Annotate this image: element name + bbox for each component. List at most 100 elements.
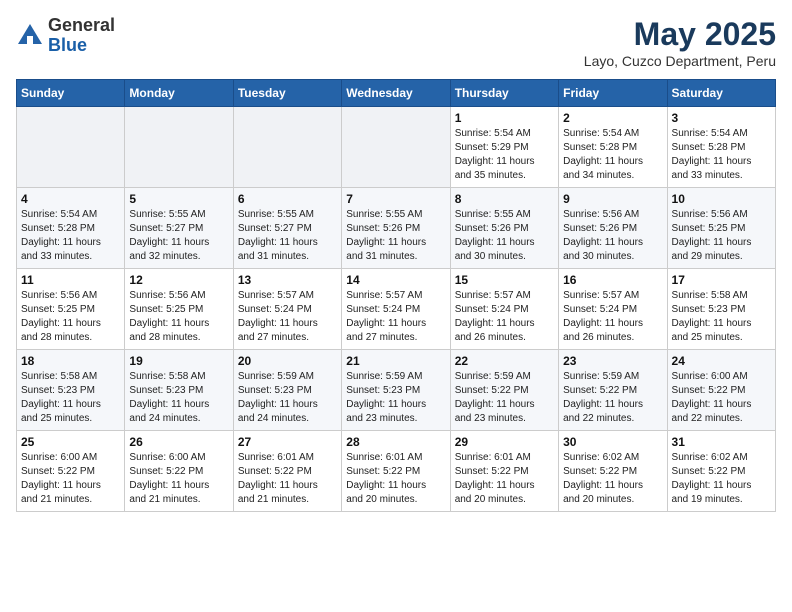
calendar-cell: 14 Sunrise: 5:57 AM Sunset: 5:24 PM Dayli…	[342, 269, 450, 350]
logo-icon	[16, 22, 44, 50]
day-number: 18	[21, 354, 120, 368]
logo-general: General	[48, 15, 115, 35]
calendar-cell	[125, 107, 233, 188]
calendar-cell: 6Sunrise: 5:55 AM Sunset: 5:27 PM Daylig…	[233, 188, 341, 269]
logo-blue: Blue	[48, 35, 87, 55]
day-info: Sunrise: 5:54 AM Sunset: 5:29 PM Dayligh…	[455, 127, 554, 183]
calendar-cell: 12Sunrise: 5:56 AM Sunset: 5:25 PM Dayli…	[125, 269, 233, 350]
calendar-cell: 30 Sunrise: 6:02 AM Sunset: 5:22 PM Dayli…	[559, 431, 667, 512]
day-info: Sunrise: 5:56 AM Sunset: 5:25 PM Dayligh…	[672, 208, 771, 264]
day-number: 12	[129, 273, 228, 287]
calendar-cell: 29Sunrise: 6:01 AM Sunset: 5:22 PM Dayli…	[450, 431, 558, 512]
calendar-cell: 18Sunrise: 5:58 AM Sunset: 5:23 PM Dayli…	[17, 350, 125, 431]
page-header: General Blue May 2025 Layo, Cuzco Depart…	[16, 16, 776, 69]
calendar-cell: 9 Sunrise: 5:56 AM Sunset: 5:26 PM Daylig…	[559, 188, 667, 269]
weekday-header: Wednesday	[342, 80, 450, 107]
day-info: Sunrise: 5:59 AM Sunset: 5:22 PM Dayligh…	[563, 370, 662, 426]
calendar-cell: 13Sunrise: 5:57 AM Sunset: 5:24 PM Dayli…	[233, 269, 341, 350]
day-number: 20	[238, 354, 337, 368]
day-info: Sunrise: 6:02 AM Sunset: 5:22 PM Dayligh…	[672, 451, 771, 507]
calendar-cell: 15Sunrise: 5:57 AM Sunset: 5:24 PM Dayli…	[450, 269, 558, 350]
calendar-week-row: 4 Sunrise: 5:54 AM Sunset: 5:28 PM Daylig…	[17, 188, 776, 269]
calendar-title: May 2025	[584, 16, 776, 53]
day-info: Sunrise: 5:57 AM Sunset: 5:24 PM Dayligh…	[346, 289, 445, 345]
calendar-cell: 31 Sunrise: 6:02 AM Sunset: 5:22 PM Dayli…	[667, 431, 775, 512]
day-number: 9	[563, 192, 662, 206]
day-info: Sunrise: 5:55 AM Sunset: 5:26 PM Dayligh…	[455, 208, 554, 264]
day-info: Sunrise: 5:56 AM Sunset: 5:25 PM Dayligh…	[21, 289, 120, 345]
weekday-header: Saturday	[667, 80, 775, 107]
calendar-cell: 19 Sunrise: 5:58 AM Sunset: 5:23 PM Dayli…	[125, 350, 233, 431]
calendar-cell: 7Sunrise: 5:55 AM Sunset: 5:26 PM Daylig…	[342, 188, 450, 269]
title-block: May 2025 Layo, Cuzco Department, Peru	[584, 16, 776, 69]
day-info: Sunrise: 5:57 AM Sunset: 5:24 PM Dayligh…	[455, 289, 554, 345]
day-info: Sunrise: 5:57 AM Sunset: 5:24 PM Dayligh…	[238, 289, 337, 345]
calendar-cell: 2Sunrise: 5:54 AM Sunset: 5:28 PM Daylig…	[559, 107, 667, 188]
day-info: Sunrise: 5:54 AM Sunset: 5:28 PM Dayligh…	[21, 208, 120, 264]
day-info: Sunrise: 5:54 AM Sunset: 5:28 PM Dayligh…	[672, 127, 771, 183]
day-info: Sunrise: 5:59 AM Sunset: 5:23 PM Dayligh…	[238, 370, 337, 426]
day-number: 25	[21, 435, 120, 449]
day-number: 6	[238, 192, 337, 206]
day-number: 4	[21, 192, 120, 206]
calendar-cell: 1 Sunrise: 5:54 AM Sunset: 5:29 PM Daylig…	[450, 107, 558, 188]
day-info: Sunrise: 6:00 AM Sunset: 5:22 PM Dayligh…	[129, 451, 228, 507]
calendar-subtitle: Layo, Cuzco Department, Peru	[584, 53, 776, 69]
day-info: Sunrise: 5:56 AM Sunset: 5:26 PM Dayligh…	[563, 208, 662, 264]
calendar-cell: 5 Sunrise: 5:55 AM Sunset: 5:27 PM Daylig…	[125, 188, 233, 269]
day-number: 27	[238, 435, 337, 449]
day-number: 19	[129, 354, 228, 368]
calendar-cell: 22 Sunrise: 5:59 AM Sunset: 5:22 PM Dayli…	[450, 350, 558, 431]
day-number: 31	[672, 435, 771, 449]
day-number: 26	[129, 435, 228, 449]
day-number: 2	[563, 111, 662, 125]
calendar-cell	[233, 107, 341, 188]
calendar-table: SundayMondayTuesdayWednesdayThursdayFrid…	[16, 79, 776, 512]
day-number: 8	[455, 192, 554, 206]
weekday-header: Monday	[125, 80, 233, 107]
day-number: 30	[563, 435, 662, 449]
weekday-header: Sunday	[17, 80, 125, 107]
day-number: 16	[563, 273, 662, 287]
day-number: 14	[346, 273, 445, 287]
weekday-header: Friday	[559, 80, 667, 107]
calendar-cell	[342, 107, 450, 188]
day-number: 3	[672, 111, 771, 125]
day-number: 1	[455, 111, 554, 125]
day-info: Sunrise: 6:01 AM Sunset: 5:22 PM Dayligh…	[238, 451, 337, 507]
calendar-cell: 3 Sunrise: 5:54 AM Sunset: 5:28 PM Daylig…	[667, 107, 775, 188]
logo: General Blue	[16, 16, 115, 56]
weekday-header: Thursday	[450, 80, 558, 107]
day-info: Sunrise: 6:02 AM Sunset: 5:22 PM Dayligh…	[563, 451, 662, 507]
day-number: 28	[346, 435, 445, 449]
day-info: Sunrise: 6:00 AM Sunset: 5:22 PM Dayligh…	[672, 370, 771, 426]
day-info: Sunrise: 5:57 AM Sunset: 5:24 PM Dayligh…	[563, 289, 662, 345]
calendar-cell: 16 Sunrise: 5:57 AM Sunset: 5:24 PM Dayli…	[559, 269, 667, 350]
logo-text: General Blue	[48, 16, 115, 56]
calendar-cell: 27 Sunrise: 6:01 AM Sunset: 5:22 PM Dayli…	[233, 431, 341, 512]
day-info: Sunrise: 6:00 AM Sunset: 5:22 PM Dayligh…	[21, 451, 120, 507]
calendar-cell: 26 Sunrise: 6:00 AM Sunset: 5:22 PM Dayli…	[125, 431, 233, 512]
calendar-cell: 24 Sunrise: 6:00 AM Sunset: 5:22 PM Dayli…	[667, 350, 775, 431]
calendar-week-row: 18 Sunrise: 5:58 AM Sunset: 5:23 PM Dayli…	[17, 350, 776, 431]
calendar-cell: 25 Sunrise: 6:00 AM Sunset: 5:22 PM Dayli…	[17, 431, 125, 512]
calendar-cell	[17, 107, 125, 188]
day-info: Sunrise: 5:58 AM Sunset: 5:23 PM Dayligh…	[129, 370, 228, 426]
day-info: Sunrise: 6:01 AM Sunset: 5:22 PM Dayligh…	[455, 451, 554, 507]
day-info: Sunrise: 5:55 AM Sunset: 5:27 PM Dayligh…	[129, 208, 228, 264]
weekday-header: Tuesday	[233, 80, 341, 107]
day-info: Sunrise: 6:01 AM Sunset: 5:22 PM Dayligh…	[346, 451, 445, 507]
calendar-week-row: 11 Sunrise: 5:56 AM Sunset: 5:25 PM Dayli…	[17, 269, 776, 350]
calendar-cell: 28 Sunrise: 6:01 AM Sunset: 5:22 PM Dayli…	[342, 431, 450, 512]
day-info: Sunrise: 5:59 AM Sunset: 5:23 PM Dayligh…	[346, 370, 445, 426]
day-info: Sunrise: 5:59 AM Sunset: 5:22 PM Dayligh…	[455, 370, 554, 426]
day-number: 22	[455, 354, 554, 368]
day-number: 21	[346, 354, 445, 368]
day-number: 11	[21, 273, 120, 287]
calendar-cell: 23Sunrise: 5:59 AM Sunset: 5:22 PM Dayli…	[559, 350, 667, 431]
day-number: 24	[672, 354, 771, 368]
calendar-cell: 20 Sunrise: 5:59 AM Sunset: 5:23 PM Dayli…	[233, 350, 341, 431]
day-info: Sunrise: 5:58 AM Sunset: 5:23 PM Dayligh…	[672, 289, 771, 345]
day-number: 5	[129, 192, 228, 206]
calendar-cell: 11 Sunrise: 5:56 AM Sunset: 5:25 PM Dayli…	[17, 269, 125, 350]
